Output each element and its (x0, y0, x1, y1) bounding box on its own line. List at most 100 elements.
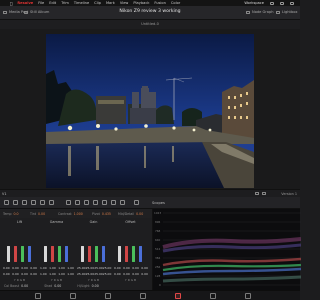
menu-item[interactable]: Fusion (154, 1, 166, 5)
footer-value[interactable]: 0.00 (92, 284, 99, 288)
bar-g[interactable] (132, 246, 135, 262)
workspace-label[interactable]: Workspace (244, 1, 264, 5)
fairlight-page-icon[interactable] (210, 293, 216, 299)
value-b[interactable]: 25.00 (103, 266, 112, 270)
bar-b[interactable] (139, 246, 142, 262)
menu-item[interactable]: Timeline (74, 1, 89, 5)
fusion-page-icon[interactable] (140, 293, 146, 299)
menu-item[interactable]: View (120, 1, 129, 5)
param-mid-detail[interactable]: Mid/Detail 0.00 (118, 212, 143, 216)
value-b[interactable]: 1.00 (67, 266, 74, 270)
menu-item[interactable]: Color (171, 1, 180, 5)
waveform-scope[interactable]: 1023 896 768 640 512 384 256 128 0 (152, 209, 301, 290)
bar-r[interactable] (88, 246, 91, 262)
wheel-palette-icon[interactable] (4, 200, 9, 205)
value-r[interactable]: 1.00 (49, 266, 56, 270)
palette-icon[interactable] (102, 200, 107, 205)
menu-item[interactable]: Trim (61, 1, 69, 5)
param-value[interactable]: 0.435 (102, 212, 111, 216)
param-temp[interactable]: Temp 0.0 (3, 212, 19, 216)
clip-label[interactable]: V1 (2, 192, 6, 196)
value-y[interactable]: 0.00 (3, 272, 10, 276)
value-b[interactable]: 0.00 (30, 272, 37, 276)
view-icon[interactable] (255, 192, 259, 195)
menu-item[interactable]: File (38, 1, 44, 5)
value-r[interactable]: 0.00 (12, 272, 19, 276)
view-icon[interactable] (262, 192, 266, 195)
param-tint[interactable]: Tint 0.00 (30, 212, 45, 216)
value-y[interactable]: 1.00 (40, 272, 47, 276)
value-g[interactable]: 0.00 (21, 272, 28, 276)
bar-group[interactable] (79, 234, 108, 262)
value-r[interactable]: 25.00 (86, 272, 95, 276)
value-y[interactable]: 25.00 (77, 266, 86, 270)
palette-icon[interactable] (120, 200, 125, 205)
value-y[interactable]: 0.00 (3, 266, 10, 270)
bar-y[interactable] (118, 246, 121, 262)
param-value[interactable]: 0.00 (38, 212, 45, 216)
value-y[interactable]: 0.00 (114, 266, 121, 270)
palette-icon[interactable] (49, 200, 54, 205)
version-label[interactable]: Version 1 (281, 192, 297, 196)
footer-param[interactable]: Shad 0.00 (44, 284, 61, 288)
menu-item[interactable]: Playback (133, 1, 149, 5)
value-r[interactable]: 0.00 (123, 272, 130, 276)
bar-y[interactable] (7, 246, 10, 262)
footer-value[interactable]: 0.00 (21, 284, 28, 288)
node-graph-button[interactable]: Node Graph (246, 10, 274, 14)
palette-icon[interactable] (84, 200, 89, 205)
palette-icon[interactable] (75, 200, 80, 205)
lightbox-button[interactable]: Lightbox (276, 10, 297, 14)
palette-icon[interactable] (111, 200, 116, 205)
color-page-icon[interactable] (175, 293, 181, 299)
bar-g[interactable] (95, 246, 98, 262)
viewer-frame[interactable] (46, 34, 254, 188)
palette-icon[interactable] (22, 200, 27, 205)
cut-page-icon[interactable] (70, 293, 76, 299)
bar-b[interactable] (28, 246, 31, 262)
value-b[interactable]: 25.00 (103, 272, 112, 276)
bar-group[interactable] (116, 234, 145, 262)
palette-icon[interactable] (40, 200, 45, 205)
value-b[interactable]: 0.00 (30, 266, 37, 270)
value-g[interactable]: 0.00 (132, 266, 139, 270)
deliver-page-icon[interactable] (245, 293, 251, 299)
palette-icon[interactable] (93, 200, 98, 205)
value-g[interactable]: 0.00 (21, 266, 28, 270)
bar-g[interactable] (58, 246, 61, 262)
value-r[interactable]: 0.00 (123, 266, 130, 270)
bar-r[interactable] (51, 246, 54, 262)
media-page-icon[interactable] (35, 293, 41, 299)
edit-page-icon[interactable] (105, 293, 111, 299)
menu-item[interactable]: Edit (49, 1, 56, 5)
palette-icon[interactable] (13, 200, 18, 205)
bar-b[interactable] (65, 246, 68, 262)
value-b[interactable]: 0.00 (141, 266, 148, 270)
value-r[interactable]: 1.00 (49, 272, 56, 276)
bar-group[interactable] (5, 234, 34, 262)
menu-app-name[interactable]: Resolve (17, 1, 33, 5)
footer-param[interactable]: Hi/Light 0.00 (77, 284, 98, 288)
value-b[interactable]: 0.00 (141, 272, 148, 276)
value-g[interactable]: 0.00 (132, 272, 139, 276)
viewer[interactable] (0, 29, 300, 189)
bar-r[interactable] (14, 246, 17, 262)
footer-param[interactable]: Col Boost 0.00 (4, 284, 28, 288)
palette-icon[interactable] (66, 200, 71, 205)
value-g[interactable]: 1.00 (58, 272, 65, 276)
bar-g[interactable] (21, 246, 24, 262)
bar-group[interactable] (42, 234, 71, 262)
value-y[interactable]: 25.00 (77, 272, 86, 276)
param-value[interactable]: 0.0 (14, 212, 19, 216)
value-g[interactable]: 25.00 (94, 272, 103, 276)
apple-icon[interactable]:  (10, 1, 12, 6)
value-g[interactable]: 1.00 (58, 266, 65, 270)
bar-r[interactable] (125, 246, 128, 262)
value-b[interactable]: 1.00 (67, 272, 74, 276)
value-r[interactable]: 0.00 (12, 266, 19, 270)
palette-icon[interactable] (31, 200, 36, 205)
param-value[interactable]: 1.000 (74, 212, 83, 216)
menu-item[interactable]: Mark (106, 1, 115, 5)
palette-icon[interactable] (134, 200, 139, 205)
footer-value[interactable]: 0.00 (54, 284, 61, 288)
